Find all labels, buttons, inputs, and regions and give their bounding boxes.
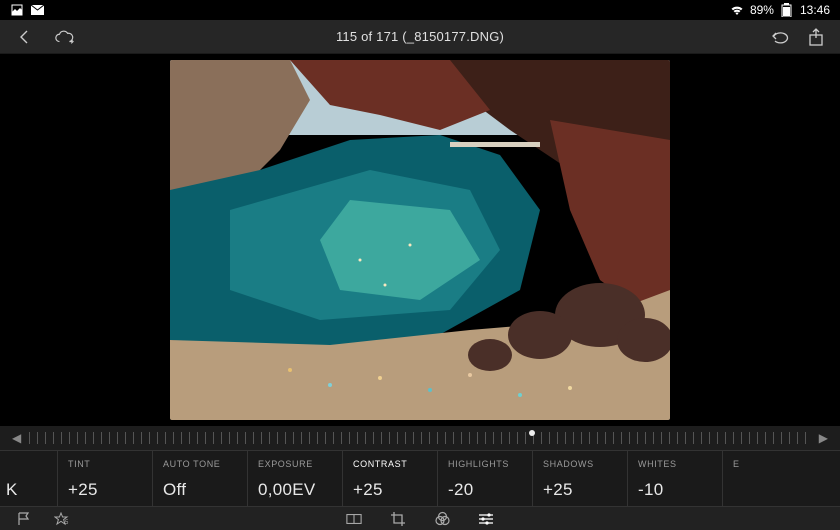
battery-icon (780, 3, 794, 17)
adjust-cell-tint[interactable]: TINT +25 (58, 451, 153, 506)
cloud-sync-icon[interactable] (54, 27, 74, 47)
adjust-value: -20 (448, 480, 522, 500)
wifi-icon (730, 3, 744, 17)
compare-icon[interactable] (346, 511, 362, 527)
adjust-icon[interactable] (478, 511, 494, 527)
adjust-value: 0,00EV (258, 480, 332, 500)
adjust-label: HIGHLIGHTS (448, 459, 522, 469)
image-canvas[interactable] (0, 54, 840, 426)
back-icon[interactable] (14, 27, 34, 47)
adjust-label: AUTO TONE (163, 459, 237, 469)
gallery-icon (10, 3, 24, 17)
adjust-label: WHITES (638, 459, 712, 469)
adjust-cell-partial-0[interactable]: K (0, 451, 58, 506)
adjust-label: E (733, 459, 740, 469)
adjust-value: +25 (353, 480, 427, 500)
adjust-label: SHADOWS (543, 459, 617, 469)
svg-text:5: 5 (65, 520, 69, 526)
adjustment-ruler[interactable] (29, 432, 811, 444)
page-title: 115 of 171 (_8150177.DNG) (336, 29, 504, 44)
crop-icon[interactable] (390, 511, 406, 527)
rate-icon[interactable]: 5 (54, 511, 70, 527)
mail-icon (30, 3, 44, 17)
presets-icon[interactable] (434, 511, 450, 527)
adjust-label: CONTRAST (353, 459, 427, 469)
adjust-value: Off (163, 480, 237, 500)
adjust-value: +25 (68, 480, 142, 500)
clock-time: 13:46 (800, 3, 830, 17)
adjust-value: +25 (543, 480, 617, 500)
battery-percent: 89% (750, 3, 774, 17)
share-icon[interactable] (806, 27, 826, 47)
adjust-cell-highlights[interactable]: HIGHLIGHTS -20 (438, 451, 533, 506)
adjust-cell-shadows[interactable]: SHADOWS +25 (533, 451, 628, 506)
adjust-cell-whites[interactable]: WHITES -10 (628, 451, 723, 506)
ruler-marker[interactable] (529, 430, 535, 436)
adjust-label: TINT (68, 459, 142, 469)
adjust-label: EXPOSURE (258, 459, 332, 469)
ruler-prev-icon[interactable]: ◀ (12, 431, 21, 445)
adjust-cell-auto-tone[interactable]: AUTO TONE Off (153, 451, 248, 506)
undo-icon[interactable] (770, 27, 790, 47)
adjust-cell-exposure[interactable]: EXPOSURE 0,00EV (248, 451, 343, 506)
adjust-cell-e[interactable]: E (723, 451, 750, 506)
adjust-value: -10 (638, 480, 712, 500)
adjust-cell-contrast[interactable]: CONTRAST +25 (343, 451, 438, 506)
adjust-value: K (6, 480, 47, 500)
flag-icon[interactable] (16, 511, 32, 527)
ruler-next-icon[interactable]: ▶ (819, 431, 828, 445)
